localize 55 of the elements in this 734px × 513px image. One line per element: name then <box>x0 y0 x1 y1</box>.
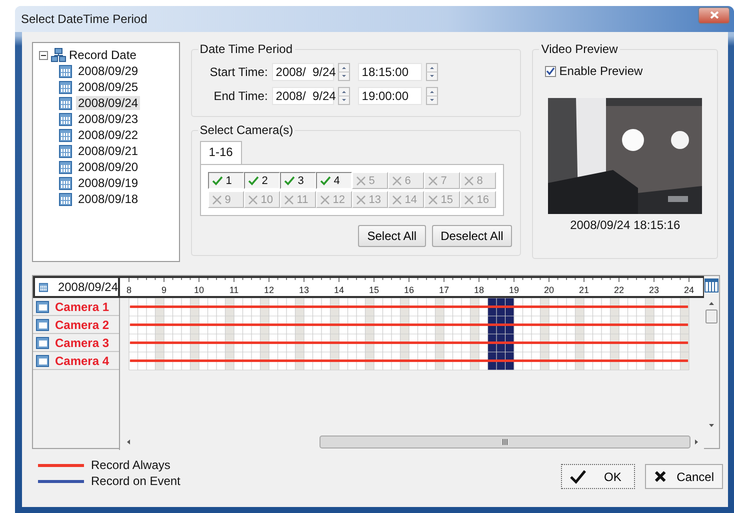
camera-name: Camera 2 <box>55 318 110 332</box>
cancel-button[interactable]: Cancel <box>645 464 723 489</box>
tree-item[interactable]: 2008/09/25 <box>76 80 140 94</box>
camera-name: Camera 1 <box>55 300 110 314</box>
tab[interactable]: 1-16 <box>200 141 242 164</box>
ok-button[interactable]: OK <box>561 464 635 489</box>
time-field[interactable]: 18:15:00 <box>358 63 422 81</box>
tree-item[interactable]: 2008/09/20 <box>76 160 140 174</box>
tree-item[interactable]: 2008/09/23 <box>76 112 140 126</box>
hour-label: 19 <box>509 285 519 295</box>
hour-label: 10 <box>194 285 204 295</box>
legend-label: Record Always <box>91 458 170 472</box>
tree-item[interactable]: 2008/09/22 <box>76 128 140 142</box>
time-field[interactable]: 19:00:00 <box>358 87 422 105</box>
tree-item[interactable]: 2008/09/24 <box>76 96 140 110</box>
hour-label: 13 <box>299 285 309 295</box>
date-field[interactable]: 2008/ 9/24 <box>272 87 334 105</box>
hour-label: 11 <box>229 285 239 295</box>
hour-label: 8 <box>126 285 132 295</box>
hour-label: 9 <box>162 285 166 295</box>
group-title: Video Preview <box>540 42 619 56</box>
camera-name: Camera 4 <box>55 354 110 368</box>
camera-toggle[interactable]: 4 <box>316 172 352 189</box>
hour-label: 20 <box>544 285 554 295</box>
hour-label: 17 <box>439 285 449 295</box>
select-button[interactable]: Deselect All <box>432 225 512 247</box>
hour-label: 18 <box>474 285 484 295</box>
tree-root-label[interactable]: Record Date <box>69 48 136 62</box>
window-title: Select DateTime Period <box>21 12 148 26</box>
camera-toggle[interactable]: 3 <box>280 172 316 189</box>
tree-item[interactable]: 2008/09/19 <box>76 176 140 190</box>
field-label: End Time: <box>212 89 268 103</box>
group-title: Select Camera(s) <box>198 123 294 137</box>
hour-label: 23 <box>649 285 659 295</box>
date-field[interactable]: 2008/ 9/24 <box>272 63 334 81</box>
field-label: Start Time: <box>208 65 268 79</box>
hour-label: 14 <box>334 285 344 295</box>
tree-item[interactable]: 2008/09/21 <box>76 144 140 158</box>
tree-item[interactable]: 2008/09/18 <box>76 192 140 206</box>
hour-label: 16 <box>404 285 414 295</box>
select-button[interactable]: Select All <box>358 225 426 247</box>
date-label: 2008/09/24 <box>58 280 118 294</box>
checkbox-label: Enable Preview <box>559 64 643 78</box>
camera-name: Camera 3 <box>55 336 110 350</box>
timestamp: 2008/09/24 18:15:16 <box>570 218 680 232</box>
camera-toggle[interactable]: 1 <box>208 172 244 189</box>
hour-label: 12 <box>264 285 274 295</box>
hour-label: 15 <box>369 285 379 295</box>
legend-label: Record on Event <box>91 474 180 488</box>
hour-label: 22 <box>614 285 624 295</box>
camera-toggle[interactable]: 2 <box>244 172 280 189</box>
tree-item[interactable]: 2008/09/29 <box>76 64 140 78</box>
group-title: Date Time Period <box>198 42 294 56</box>
hour-label: 24 <box>684 285 694 295</box>
hour-label: 21 <box>579 285 589 295</box>
